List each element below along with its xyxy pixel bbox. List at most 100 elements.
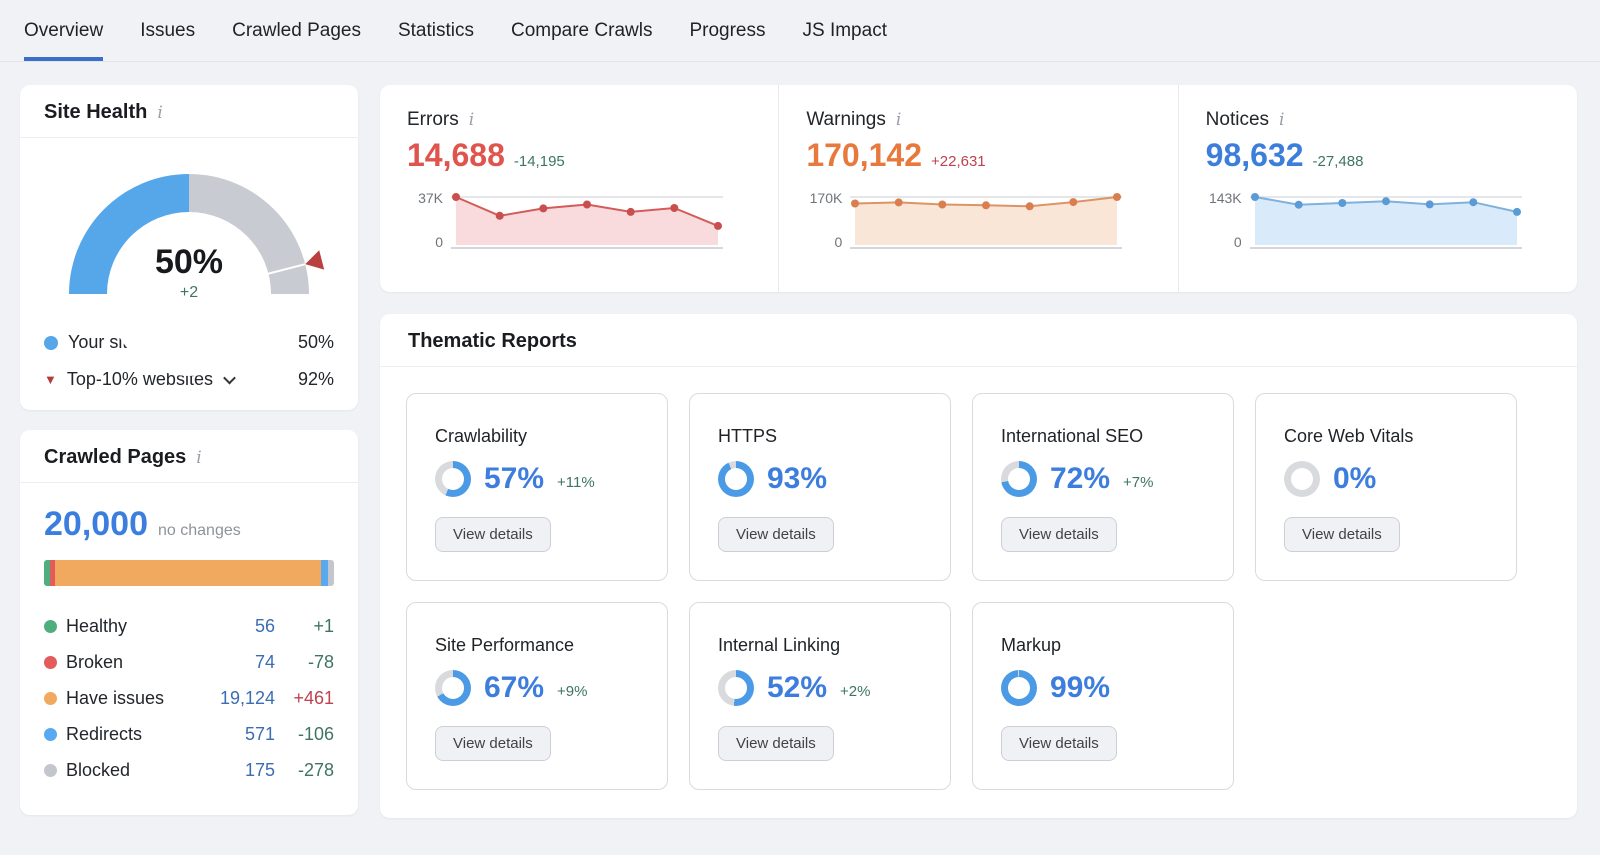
- report-delta: +2%: [840, 683, 870, 700]
- view-details-button[interactable]: View details: [435, 517, 551, 552]
- site-health-gauge: 50% +2: [69, 174, 309, 294]
- warnings-trend-chart: [850, 190, 1122, 250]
- blue-dot-icon: [44, 336, 58, 350]
- report-label: Crawlability: [435, 426, 639, 447]
- legend-row-broken: Broken 74 -78: [44, 644, 334, 680]
- blue-dot-icon: [44, 728, 57, 741]
- score-donut: [1284, 461, 1320, 497]
- y-axis-min-label: 0: [1234, 234, 1242, 250]
- view-details-button[interactable]: View details: [718, 726, 834, 761]
- info-icon[interactable]: i: [196, 448, 201, 468]
- info-icon[interactable]: i: [469, 110, 474, 130]
- site-health-card: Site Health i 50% +2: [20, 85, 358, 410]
- legend-value-link[interactable]: 175: [213, 760, 275, 781]
- legend-label: Healthy: [66, 616, 127, 637]
- y-axis-max-label: 37K: [418, 190, 443, 206]
- warnings-section: Warnings i 170,142 +22,631 170K 0: [778, 85, 1177, 292]
- legend-value-link[interactable]: 74: [213, 652, 275, 673]
- legend-value-link[interactable]: 19,124: [213, 688, 275, 709]
- errors-section: Errors i 14,688 -14,195 37K 0: [380, 85, 778, 292]
- legend-row-blocked: Blocked 175 -278: [44, 752, 334, 788]
- issues-summary-card: Errors i 14,688 -14,195 37K 0: [380, 85, 1577, 292]
- report-percent: 0%: [1333, 462, 1376, 496]
- report-percent: 93%: [767, 462, 827, 496]
- report-percent: 52%: [767, 671, 827, 705]
- tab-overview[interactable]: Overview: [24, 0, 103, 61]
- site-audit-overview-page: Overview Issues Crawled Pages Statistics…: [0, 0, 1600, 855]
- report-percent: 67%: [484, 671, 544, 705]
- site-health-delta: +2: [69, 284, 309, 302]
- orange-dot-icon: [44, 692, 57, 705]
- warnings-delta: +22,631: [931, 153, 986, 170]
- score-donut: [435, 670, 471, 706]
- crawled-pages-card: Crawled Pages i 20,000 no changes Health…: [20, 430, 358, 815]
- thematic-reports-grid: Crawlability 57% +11% View details HTTPS…: [380, 367, 1577, 790]
- thematic-reports-title: Thematic Reports: [408, 330, 577, 353]
- report-percent: 72%: [1050, 462, 1110, 496]
- legend-delta: -106: [284, 724, 334, 745]
- report-delta: +7%: [1123, 474, 1153, 491]
- report-percent: 57%: [484, 462, 544, 496]
- crawled-pages-change-note: no changes: [158, 522, 241, 540]
- tab-statistics[interactable]: Statistics: [398, 0, 474, 61]
- errors-trend-chart: [451, 190, 723, 250]
- report-label: HTTPS: [718, 426, 922, 447]
- legend-row-healthy: Healthy 56 +1: [44, 608, 334, 644]
- tab-progress[interactable]: Progress: [689, 0, 765, 61]
- score-donut: [718, 461, 754, 497]
- crawled-pages-total[interactable]: 20,000: [44, 505, 148, 544]
- view-details-button[interactable]: View details: [1284, 517, 1400, 552]
- tab-crawled-pages[interactable]: Crawled Pages: [232, 0, 361, 61]
- tab-compare-crawls[interactable]: Compare Crawls: [511, 0, 652, 61]
- warnings-count[interactable]: 170,142: [806, 137, 922, 174]
- legend-row-redirects: Redirects 571 -106: [44, 716, 334, 752]
- tab-js-impact[interactable]: JS Impact: [803, 0, 887, 61]
- view-details-button[interactable]: View details: [435, 726, 551, 761]
- legend-row-have-issues: Have issues 19,124 +461: [44, 680, 334, 716]
- bar-segment-blocked: [328, 560, 334, 586]
- bar-segment-redirects: [321, 560, 329, 586]
- legend-value: 92%: [298, 369, 334, 390]
- score-donut: [718, 670, 754, 706]
- y-axis-min-label: 0: [435, 234, 443, 250]
- audit-tab-bar: Overview Issues Crawled Pages Statistics…: [0, 0, 1600, 62]
- legend-label: Redirects: [66, 724, 142, 745]
- report-delta: +11%: [557, 474, 595, 491]
- report-card-markup: Markup 99% View details: [972, 602, 1234, 790]
- report-card-core-web-vitals: Core Web Vitals 0% View details: [1255, 393, 1517, 581]
- view-details-button[interactable]: View details: [1001, 726, 1117, 761]
- legend-value-link[interactable]: 56: [213, 616, 275, 637]
- report-card-international-seo: International SEO 72% +7% View details: [972, 393, 1234, 581]
- legend-value-link[interactable]: 571: [213, 724, 275, 745]
- score-donut: [1001, 670, 1037, 706]
- notices-count[interactable]: 98,632: [1206, 137, 1304, 174]
- score-donut: [435, 461, 471, 497]
- errors-label: Errors: [407, 109, 459, 131]
- info-icon[interactable]: i: [1279, 110, 1284, 130]
- tab-issues[interactable]: Issues: [140, 0, 195, 61]
- legend-delta: +1: [284, 616, 334, 637]
- report-label: Core Web Vitals: [1284, 426, 1488, 447]
- report-percent: 99%: [1050, 671, 1110, 705]
- view-details-button[interactable]: View details: [718, 517, 834, 552]
- crawled-pages-stacked-bar: [44, 560, 334, 586]
- red-triangle-icon: ▼: [44, 372, 57, 387]
- legend-label: Have issues: [66, 688, 164, 709]
- notices-trend-chart: [1250, 190, 1522, 250]
- y-axis-max-label: 170K: [810, 190, 843, 206]
- crawled-pages-legend: Healthy 56 +1 Broken 74 -78 Have i: [44, 608, 334, 788]
- thematic-reports-card: Thematic Reports Crawlability 57% +11% V…: [380, 314, 1577, 818]
- report-card-internal-linking: Internal Linking 52% +2% View details: [689, 602, 951, 790]
- info-icon[interactable]: i: [157, 103, 162, 123]
- site-health-value: 50%: [69, 243, 309, 282]
- view-details-button[interactable]: View details: [1001, 517, 1117, 552]
- notices-delta: -27,488: [1313, 153, 1364, 170]
- errors-delta: -14,195: [514, 153, 565, 170]
- site-health-title: Site Health: [44, 101, 147, 124]
- info-icon[interactable]: i: [896, 110, 901, 130]
- errors-count[interactable]: 14,688: [407, 137, 505, 174]
- y-axis-max-label: 143K: [1209, 190, 1242, 206]
- report-label: Site Performance: [435, 635, 639, 656]
- green-dot-icon: [44, 620, 57, 633]
- notices-label: Notices: [1206, 109, 1269, 131]
